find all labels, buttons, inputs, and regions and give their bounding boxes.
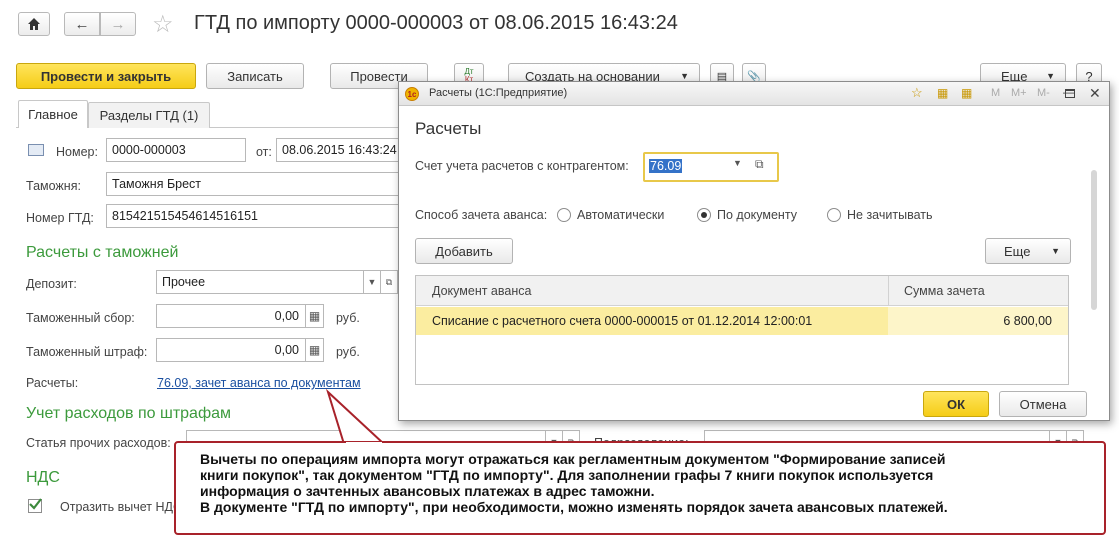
callout-pointer-cover [346,442,382,446]
callout-line-3: информация о зачтенных авансовых платежа… [200,483,655,499]
callout-line-4: В документе "ГТД по импорту", при необхо… [200,499,948,515]
callout-line-2: книги покупок", так документом "ГТД по и… [200,467,934,483]
callout-line-1: Вычеты по операциям импорта могут отража… [200,451,946,467]
explanation-callout: Вычеты по операциям импорта могут отража… [174,441,1106,535]
